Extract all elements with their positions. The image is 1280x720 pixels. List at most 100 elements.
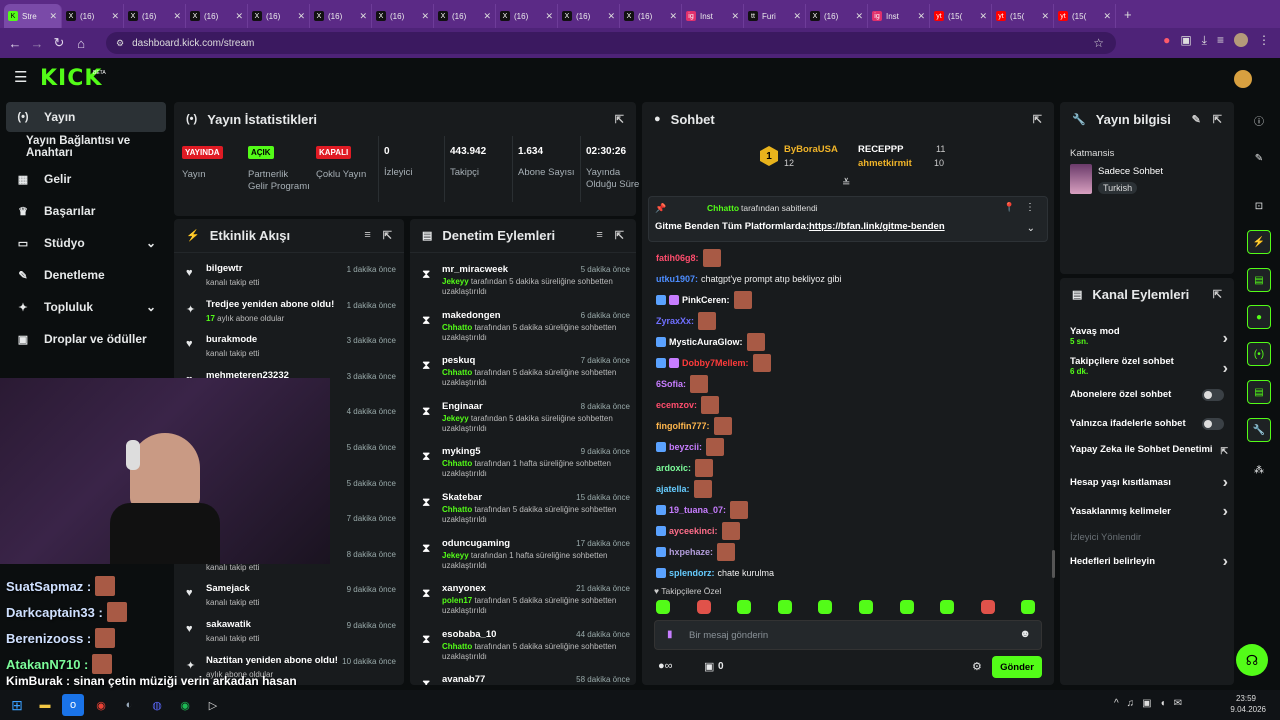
activity-row[interactable]: ✦ Tredjee yeniden abone oldu! 17 aylık abo… bbox=[174, 293, 404, 329]
store-icon[interactable]: ▣ bbox=[704, 660, 714, 673]
sidebar-item[interactable]: Yayın Bağlantısı ve Anahtarı bbox=[6, 132, 172, 162]
browser-tab[interactable]: X (16) ✕ bbox=[186, 4, 248, 28]
browser-tab[interactable]: X (16) ✕ bbox=[310, 4, 372, 28]
activity-row[interactable]: ♥ bilgewtr kanalı takip etti 1 dakika önce bbox=[174, 257, 404, 293]
chat-bubble-icon[interactable]: ● bbox=[1247, 305, 1271, 329]
file-explorer-icon[interactable]: ▬ bbox=[34, 694, 56, 716]
windows-start-icon[interactable]: ⊞ bbox=[6, 694, 28, 716]
emote-shortcut[interactable] bbox=[777, 600, 792, 614]
pencil-icon[interactable]: ✎ bbox=[1247, 146, 1271, 170]
capture-icon[interactable]: ⊡ bbox=[1247, 194, 1271, 218]
moderation-row[interactable]: ⧗ avanab77 58 dakika önce bbox=[410, 667, 636, 685]
document-icon[interactable]: ▤ bbox=[1247, 268, 1271, 292]
support-icon[interactable]: ☊ bbox=[1236, 644, 1268, 676]
channel-action[interactable]: Yavaş mod 5 sn. › bbox=[1070, 326, 1228, 347]
browser-tab[interactable]: X (16) ✕ bbox=[124, 4, 186, 28]
sidebar-item[interactable]: ▭ Stüdyo ⌄ bbox=[6, 228, 166, 258]
sidebar-item[interactable]: ♛ Başarılar bbox=[6, 196, 166, 226]
pinned-link[interactable]: https://bfan.link/gitme-benden bbox=[809, 221, 945, 232]
browser-tab[interactable]: X (16) ✕ bbox=[620, 4, 682, 28]
chat-message[interactable]: ayceekinci: bbox=[656, 522, 740, 540]
close-tab-icon[interactable]: ✕ bbox=[607, 11, 615, 22]
close-tab-icon[interactable]: ✕ bbox=[1041, 11, 1049, 22]
moderation-row[interactable]: ⧗ makedongen Chhatto tarafından 5 dakika s… bbox=[410, 303, 636, 348]
popout-icon[interactable]: ⇱ bbox=[1213, 113, 1222, 126]
reload-icon[interactable]: ↻ bbox=[48, 35, 70, 51]
channel-action[interactable]: Yapay Zeka ile Sohbet Denetimi ⇱ bbox=[1070, 444, 1228, 456]
chat-username[interactable]: fingolfin777: bbox=[656, 421, 710, 431]
chat-message[interactable]: ajatella: bbox=[656, 480, 712, 498]
browser-tab[interactable]: tt Furi ✕ bbox=[744, 4, 806, 28]
browser-tab[interactable]: X (16) ✕ bbox=[558, 4, 620, 28]
actions-icon[interactable]: ▤ bbox=[1247, 380, 1271, 404]
chat-username[interactable]: ZyraxXx: bbox=[656, 316, 694, 326]
browser-tab[interactable]: K Stre ✕ bbox=[4, 4, 62, 28]
moderation-row[interactable]: ⧗ oduncugaming Jekeyy tarafından 1 hafta s… bbox=[410, 531, 636, 576]
gifter-3-name[interactable]: ahmetkirmit bbox=[858, 158, 912, 169]
top-gifter-name[interactable]: ByBoraUSA bbox=[784, 144, 838, 155]
site-info-icon[interactable]: ⚙ bbox=[116, 38, 124, 49]
outlook-icon[interactable]: o bbox=[62, 694, 84, 716]
unpin-icon[interactable]: 📍 bbox=[1004, 202, 1015, 213]
forward-icon[interactable]: → bbox=[26, 36, 48, 51]
new-tab-icon[interactable]: + bbox=[1124, 7, 1132, 22]
chat-username[interactable]: MysticAuraGlow: bbox=[669, 337, 743, 347]
chat-username[interactable]: hxpehaze: bbox=[669, 547, 713, 557]
popout-icon[interactable]: ⇱ bbox=[615, 229, 624, 242]
moderation-row[interactable]: ⧗ esobaba_10 Chhatto tarafından 5 dakika s… bbox=[410, 622, 636, 667]
chat-message[interactable]: hxpehaze: bbox=[656, 543, 736, 561]
browser-tab[interactable]: X (16) ✕ bbox=[372, 4, 434, 28]
chat-username[interactable]: ecemzov: bbox=[656, 400, 697, 410]
popout-icon[interactable]: ⇱ bbox=[615, 113, 624, 126]
close-tab-icon[interactable]: ✕ bbox=[793, 11, 801, 22]
moderation-row[interactable]: ⧗ Skatebar Chhatto tarafından 5 dakika sür… bbox=[410, 485, 636, 530]
chat-message[interactable]: ecemzov: bbox=[656, 396, 720, 414]
browser-tab[interactable]: X (16) ✕ bbox=[62, 4, 124, 28]
chat-scrollbar[interactable] bbox=[1052, 550, 1055, 578]
chevron-down-icon[interactable]: ⌄ bbox=[146, 300, 156, 314]
filter-icon[interactable]: ≡ bbox=[364, 229, 370, 242]
browser-tab[interactable]: yt (15(✕ bbox=[930, 4, 992, 28]
chat-message[interactable]: utku1907: chatgpt'ye prompt atıp bekliyoz… bbox=[656, 270, 841, 288]
home-icon[interactable]: ⌂ bbox=[70, 36, 92, 51]
chat-username[interactable]: beyzcii: bbox=[669, 442, 702, 452]
browser-tab[interactable]: ig Inst ✕ bbox=[682, 4, 744, 28]
live-icon[interactable]: (•) bbox=[1247, 342, 1271, 366]
info-icon[interactable]: ⓘ bbox=[1247, 108, 1271, 132]
popout-icon[interactable]: ⇱ bbox=[1213, 288, 1222, 301]
emote-shortcut[interactable] bbox=[737, 600, 752, 614]
menu-icon[interactable]: ⋮ bbox=[1258, 33, 1270, 48]
chat-message[interactable]: fingolfin777: bbox=[656, 417, 732, 435]
emote-shortcut[interactable] bbox=[1021, 600, 1036, 614]
chat-message[interactable]: Dobby7Mellem: bbox=[656, 354, 771, 372]
discord-icon[interactable]: ◍ bbox=[146, 694, 168, 716]
sidebar-item[interactable]: ✦ Topluluk ⌄ bbox=[6, 292, 166, 322]
chat-username[interactable]: utku1907: bbox=[656, 274, 698, 284]
popout-icon[interactable]: ⇱ bbox=[1033, 113, 1042, 126]
expand-icon[interactable]: ≚ bbox=[842, 178, 850, 189]
send-button[interactable]: Gönder bbox=[992, 656, 1042, 678]
language-tag[interactable]: Turkish bbox=[1098, 182, 1138, 194]
emote-shortcut[interactable] bbox=[656, 600, 670, 614]
moderation-row[interactable]: ⧗ peskuq Chhatto tarafından 5 dakika sürel… bbox=[410, 348, 636, 393]
download-icon[interactable]: ⤓ bbox=[1202, 33, 1207, 48]
emote-shortcut[interactable] bbox=[980, 600, 995, 614]
chrome-icon[interactable]: ◉ bbox=[90, 694, 112, 716]
sidebar-item[interactable]: ▣ Droplar ve ödüller bbox=[6, 324, 166, 354]
activity-row[interactable]: ♥ sakawatik kanalı takip etti 9 dakika önce bbox=[174, 613, 404, 649]
sidebar-item[interactable]: ✎ Denetleme bbox=[6, 260, 166, 290]
chat-username[interactable]: ajatella: bbox=[656, 484, 690, 494]
close-tab-icon[interactable]: ✕ bbox=[483, 11, 491, 22]
edit-icon[interactable]: ✎ bbox=[1192, 113, 1201, 126]
chat-username[interactable]: 19_tuana_07: bbox=[669, 505, 726, 515]
gifter-2-name[interactable]: RECEPPP bbox=[858, 144, 903, 155]
emoji-icon[interactable]: ☻ bbox=[1019, 628, 1031, 640]
chevron-down-icon[interactable]: ⌄ bbox=[1027, 223, 1035, 234]
browser-tab[interactable]: ig Inst ✕ bbox=[868, 4, 930, 28]
activity-row[interactable]: ♥ burakmode kanalı takip etti 3 dakika önce bbox=[174, 328, 404, 364]
user-avatar[interactable] bbox=[1234, 70, 1252, 88]
browser-tab[interactable]: yt (15(✕ bbox=[992, 4, 1054, 28]
chat-username[interactable]: PinkCeren: bbox=[682, 295, 730, 305]
pinned-message[interactable]: 📌 Chhatto tarafından sabitlendi 📍 ⋮ Gitm… bbox=[648, 196, 1048, 242]
media-icon[interactable]: ≡ bbox=[1217, 33, 1224, 48]
